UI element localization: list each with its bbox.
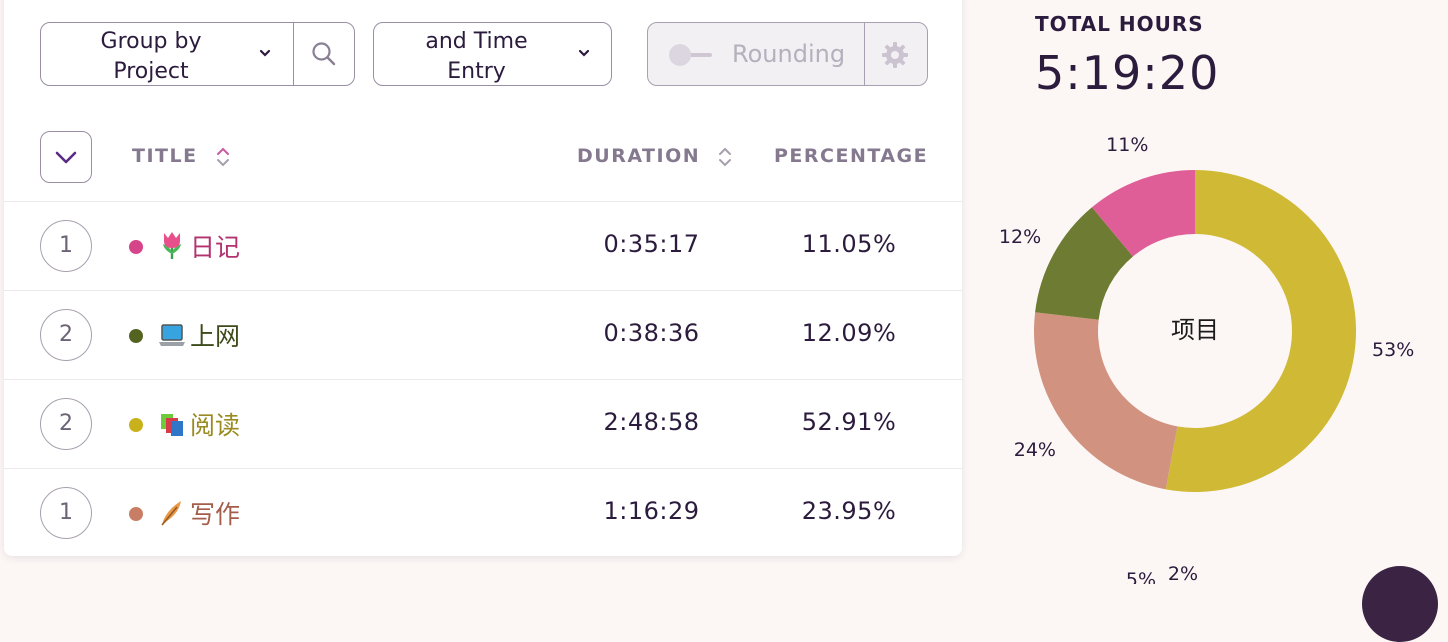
entry-count-badge[interactable]: 2 <box>40 309 92 361</box>
chevron-down-icon <box>55 151 77 164</box>
group-by-label: Group by Project <box>100 29 202 84</box>
laptop-icon <box>159 324 185 346</box>
chevron-down-icon <box>259 49 271 57</box>
table-row[interactable]: 1 日记 0:35:17 11.05% <box>4 202 962 291</box>
donut-slice-label: 24% <box>1014 439 1056 461</box>
donut-slice[interactable] <box>1034 312 1178 490</box>
entry-count-badge[interactable]: 2 <box>40 398 92 450</box>
donut-slice-label: 12% <box>999 226 1041 248</box>
project-donut-chart: 53% 24% 12% 11% 项目 5% 2% <box>999 134 1414 584</box>
duration-column-header[interactable]: DURATION <box>577 145 732 168</box>
partial-chart-label: 2% <box>1168 563 1198 584</box>
table-row[interactable]: 1 写作 1:16:29 23.95% <box>4 469 962 557</box>
rounding-label: Rounding <box>732 40 846 68</box>
project-title[interactable]: 写作 <box>190 495 240 531</box>
tulip-icon <box>163 232 181 259</box>
project-title[interactable]: 上网 <box>190 317 240 353</box>
feather-icon <box>161 501 181 526</box>
title-column-header[interactable]: TITLE <box>132 145 230 168</box>
divider <box>864 23 865 85</box>
donut-slice-label: 11% <box>1106 134 1148 156</box>
expand-all-button[interactable] <box>40 131 92 183</box>
donut-slice-label: 53% <box>1372 339 1414 361</box>
project-color-dot <box>129 418 143 432</box>
partial-labels: 5% 2% <box>1126 563 1198 584</box>
donut-center-label: 项目 <box>1171 316 1219 344</box>
title-header-label: TITLE <box>132 145 198 167</box>
entry-count-badge[interactable]: 1 <box>40 220 92 272</box>
project-color-dot <box>129 329 143 343</box>
duration-cell: 1:16:29 <box>603 497 700 525</box>
table-row[interactable]: 2 阅读 2:48:58 52.91% <box>4 380 962 469</box>
rounding-control[interactable]: Rounding <box>647 22 928 86</box>
duration-cell: 0:35:17 <box>603 230 700 258</box>
total-hours-value: 5:19:20 <box>1035 46 1220 100</box>
project-title[interactable]: 阅读 <box>190 406 240 442</box>
percentage-cell: 12.09% <box>801 319 897 347</box>
percentage-cell: 52.91% <box>801 408 897 436</box>
project-color-dot <box>129 240 143 254</box>
percentage-cell: 11.05% <box>801 230 897 258</box>
secondary-group-dropdown[interactable]: and Time Entry <box>373 22 612 86</box>
duration-cell: 2:48:58 <box>603 408 700 436</box>
table-header: TITLE DURATION PERCENTAGE <box>4 115 962 202</box>
entry-count-badge[interactable]: 1 <box>40 487 92 539</box>
percentage-cell: 23.95% <box>801 497 897 525</box>
group-by-dropdown[interactable]: Group by Project <box>40 22 355 86</box>
duration-header-label: DURATION <box>577 145 701 167</box>
rounding-toggle[interactable] <box>668 43 714 67</box>
project-title[interactable]: 日记 <box>190 228 240 264</box>
books-icon <box>161 414 183 436</box>
project-color-dot <box>129 507 143 521</box>
table-row[interactable]: 2 上网 0:38:36 12.09% <box>4 291 962 380</box>
divider <box>293 23 294 85</box>
search-icon[interactable] <box>311 41 337 67</box>
secondary-group-label: and Time Entry <box>425 29 528 84</box>
total-hours-label: TOTAL HOURS <box>1035 12 1204 36</box>
duration-cell: 0:38:36 <box>603 319 700 347</box>
chat-support-button[interactable] <box>1362 566 1438 642</box>
sort-icon[interactable] <box>718 146 732 168</box>
gear-icon[interactable] <box>880 40 910 70</box>
partial-chart-label: 5% <box>1126 569 1156 584</box>
percentage-header-label: PERCENTAGE <box>774 145 929 167</box>
sort-icon[interactable] <box>216 146 230 168</box>
chevron-down-icon <box>578 49 590 57</box>
percentage-column-header: PERCENTAGE <box>774 145 928 167</box>
